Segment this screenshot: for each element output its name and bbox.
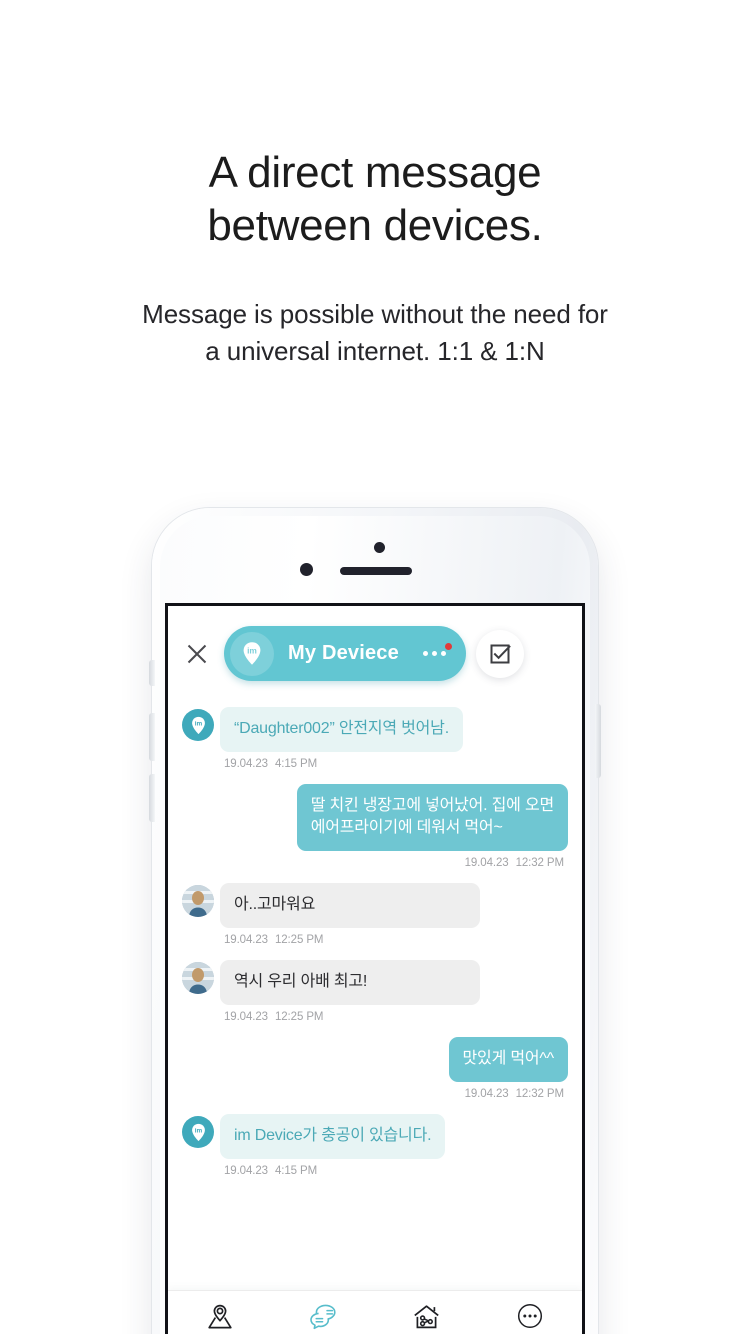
bubble-column: 맛있게 먹어^^ 19.04.23 12:32 PM [448,1037,568,1112]
more-circle-icon [517,1303,543,1334]
promo-copy: A direct message between devices. Messag… [0,146,750,370]
im-pin-logo-icon: im [230,631,274,676]
chat-bubbles-icon [309,1304,337,1334]
dot [432,651,437,656]
im-pin-logo-icon: im [182,709,214,741]
bubble-column: 딸 치킨 냉장고에 넣어났어. 집에 오면 에어프라이기에 데워서 먹어~ 19… [296,784,568,881]
im-pin-logo-icon: im [182,1116,214,1148]
svg-text:im: im [194,1127,202,1134]
message-timestamp: 19.04.23 4:15 PM [224,758,318,770]
message-bubble: 맛있게 먹어^^ [448,1037,568,1082]
bubble-column: “Daughter002” 안전지역 벗어남. 19.04.23 4:15 PM [220,707,463,782]
bubble-column: im Device가 충공이 있습니다. 19.04.23 4:15 PM [220,1114,446,1189]
front-camera-dot [300,563,313,576]
bubble-column: 역시 우리 아배 최고! 19.04.23 12:25 PM [220,960,480,1035]
dot [423,651,428,656]
message-row: 맛있게 먹어^^ 19.04.23 12:32 PM [182,1037,568,1112]
mute-switch[interactable] [149,660,155,686]
device-pill[interactable]: im My Deviece [224,626,466,681]
map-pin-icon [207,1304,233,1334]
message-timestamp: 19.04.23 12:25 PM [224,1011,324,1023]
message-thread[interactable]: im “Daughter002” 안전지역 벗어남. 19.04.23 4:15 … [168,701,582,1290]
check-square-icon[interactable] [476,629,524,678]
avatar [182,883,220,917]
promo-subtitle: Message is possible without the need for… [0,296,750,370]
avatar: im [182,707,220,741]
device-pill-label: My Deviece [288,642,399,664]
message-timestamp: 19.04.23 12:25 PM [224,934,324,946]
close-x-icon[interactable] [180,637,214,671]
message-timestamp: 19.04.23 12:32 PM [464,1088,565,1100]
proximity-sensor-dot [374,542,385,553]
power-button[interactable] [595,704,601,778]
earpiece-speaker [340,567,412,575]
message-timestamp: 19.04.23 12:32 PM [464,857,565,869]
svg-text:im: im [247,646,257,656]
bubble-column: 아..고마워요 19.04.23 12:25 PM [220,883,480,958]
user-photo-avatar [182,962,214,994]
phone-mockup: im My Deviece im “Daughter002” 안전지역 벗어남.… [149,508,601,1334]
message-row: 딸 치킨 냉장고에 넣어났어. 집에 오면 에어프라이기에 데워서 먹어~ 19… [182,784,568,881]
dot [441,651,446,656]
smart-home-icon [413,1304,440,1334]
message-bubble: 딸 치킨 냉장고에 넣어났어. 집에 오면 에어프라이기에 데워서 먹어~ [296,784,568,851]
promo-sub-line-1: Message is possible without the need for [142,299,608,329]
message-row: 역시 우리 아배 최고! 19.04.23 12:25 PM [182,960,568,1035]
app-header: im My Deviece [168,606,582,701]
tab-device[interactable]: DEVICE [168,1291,272,1334]
tab-message[interactable]: MESSAGE [272,1291,376,1334]
promo-page: A direct message between devices. Messag… [0,0,750,1334]
volume-down-button[interactable] [149,774,155,822]
promo-title-line-1: A direct message [208,148,542,197]
svg-text:im: im [194,720,202,727]
page-title: A direct message between devices. [0,146,750,252]
user-photo-avatar [182,885,214,917]
avatar [182,960,220,994]
volume-up-button[interactable] [149,713,155,761]
avatar: im [182,1114,220,1148]
message-row: 아..고마워요 19.04.23 12:25 PM [182,883,568,958]
message-row: im im Device가 충공이 있습니다. 19.04.23 4:15 PM [182,1114,568,1189]
tab-smart[interactable]: SMART [375,1291,479,1334]
app-screen: im My Deviece im “Daughter002” 안전지역 벗어남.… [168,606,582,1334]
more-horizontal-icon[interactable] [423,643,452,656]
message-bubble: 역시 우리 아배 최고! [220,960,480,1005]
message-bubble: 아..고마워요 [220,883,480,928]
message-row: im “Daughter002” 안전지역 벗어남. 19.04.23 4:15 … [182,707,568,782]
message-bubble: “Daughter002” 안전지역 벗어남. [220,707,463,752]
phone-screen: im My Deviece im “Daughter002” 안전지역 벗어남.… [165,603,585,1334]
message-timestamp: 19.04.23 4:15 PM [224,1165,318,1177]
bottom-tab-bar: DEVICE MESSAGE [168,1290,582,1334]
status-badge [445,643,452,650]
tab-more[interactable]: More [479,1291,583,1334]
promo-sub-line-2: a universal internet. 1:1 & 1:N [205,336,545,366]
message-bubble: im Device가 충공이 있습니다. [220,1114,446,1159]
promo-title-line-2: between devices. [207,201,543,250]
